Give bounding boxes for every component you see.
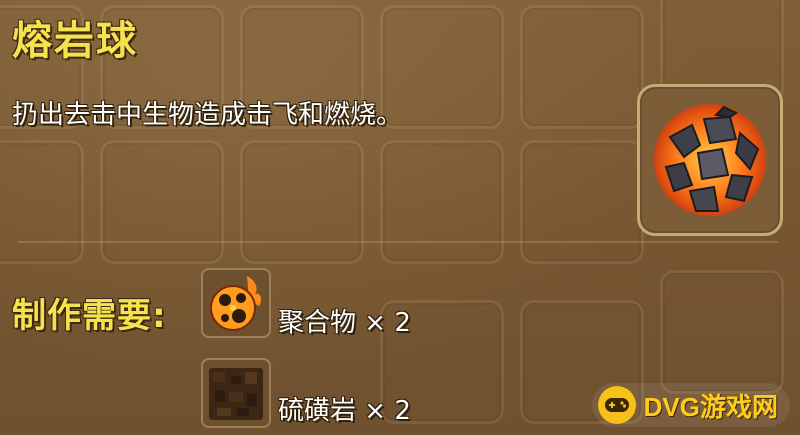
material-icon-frame xyxy=(201,268,271,338)
material-icon-frame xyxy=(201,358,271,428)
material-name: 硫磺岩 × 2 xyxy=(278,390,411,427)
material-name-text: 硫磺岩 xyxy=(278,396,357,426)
site-watermark: DVG游戏网 xyxy=(591,383,790,427)
bg-cell xyxy=(520,140,644,264)
item-title: 熔岩球 xyxy=(12,18,138,64)
polymer-fire-ball-icon xyxy=(210,276,262,331)
sulfur-rock-block-icon xyxy=(209,368,263,420)
recipe-label: 制作需要: xyxy=(12,296,167,336)
bg-cell xyxy=(520,5,644,129)
section-divider xyxy=(18,241,778,243)
bg-cell xyxy=(0,140,84,264)
item-description: 扔出去击中生物造成击飞和燃烧。 xyxy=(12,100,403,130)
watermark-text: DVG游戏网 xyxy=(643,391,778,422)
bg-cell xyxy=(660,270,784,394)
bg-cell xyxy=(380,140,504,264)
material-quantity: × 2 xyxy=(364,308,411,338)
material-name-text: 聚合物 xyxy=(278,308,357,338)
bg-cell xyxy=(100,140,224,264)
bg-cell xyxy=(240,140,364,264)
lava-ball-icon xyxy=(654,104,766,216)
item-icon-frame xyxy=(637,84,783,236)
gamepad-icon xyxy=(597,386,636,424)
material-name: 聚合物 × 2 xyxy=(278,302,411,339)
material-quantity: × 2 xyxy=(364,396,411,426)
